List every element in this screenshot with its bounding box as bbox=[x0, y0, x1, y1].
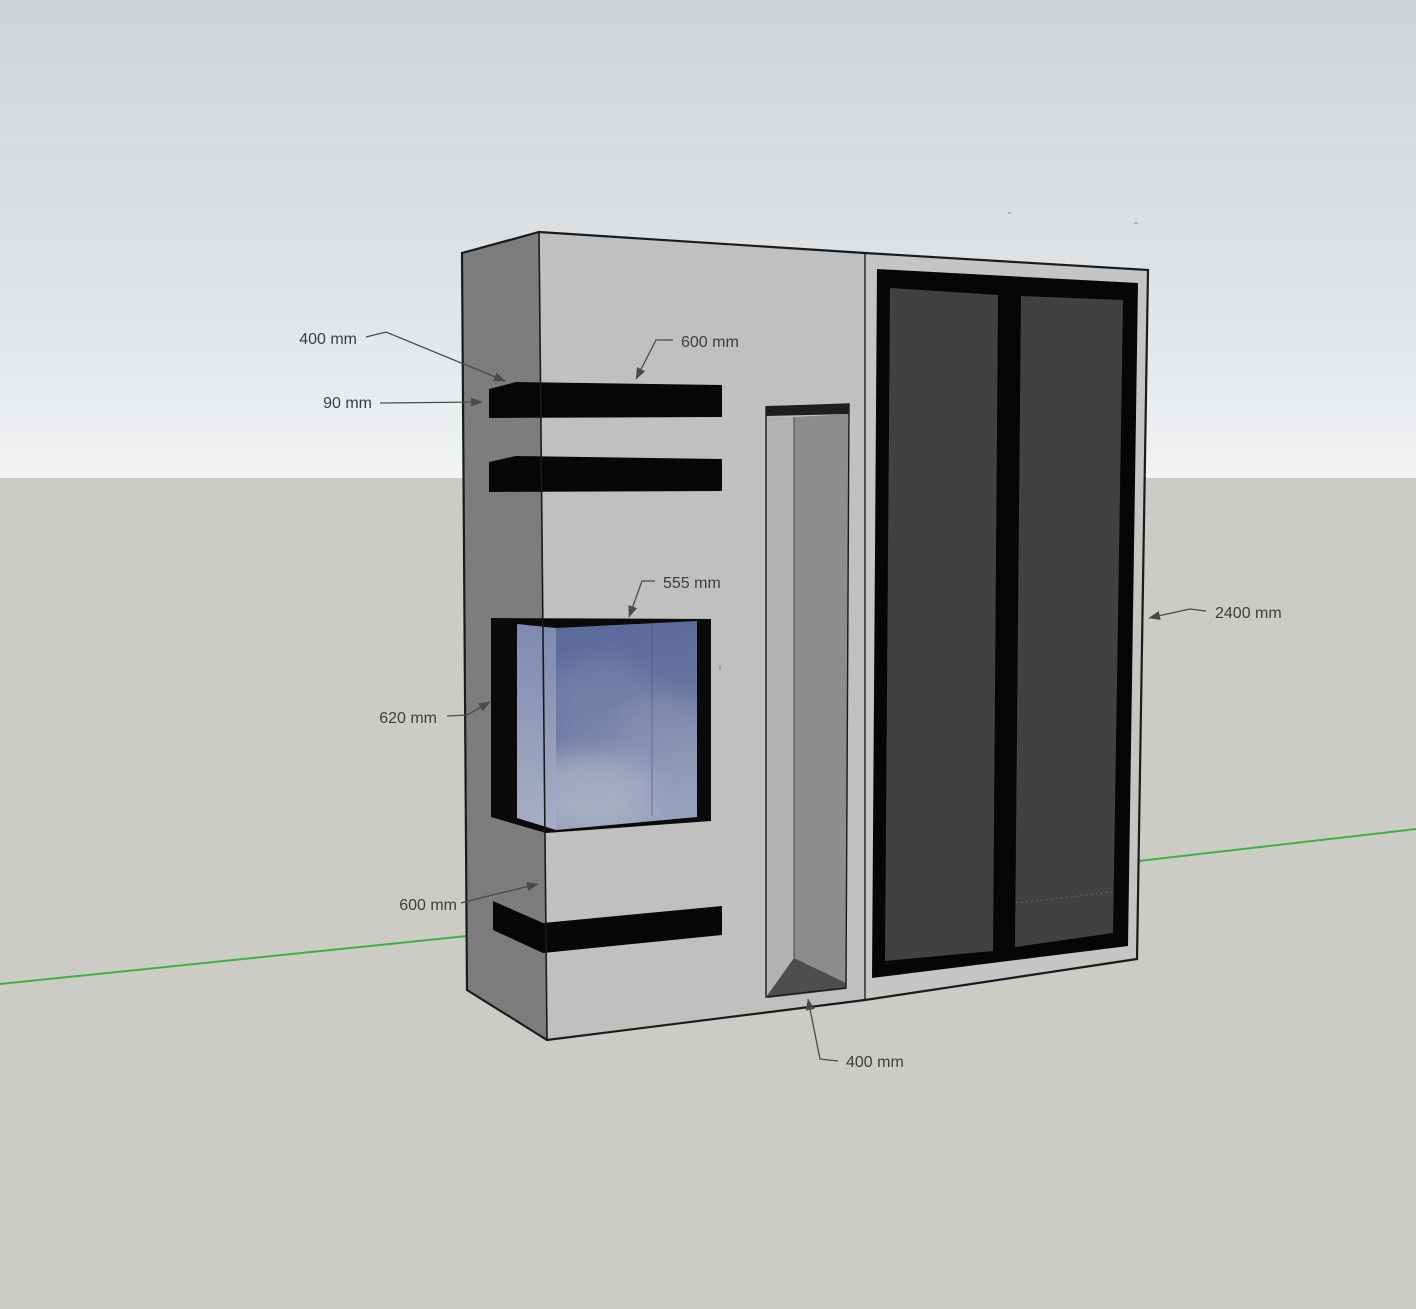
glass-box-side-pane[interactable] bbox=[517, 624, 556, 830]
door-assembly[interactable] bbox=[872, 269, 1138, 978]
dimension-label[interactable]: 400 mm bbox=[299, 331, 357, 348]
dimension-label[interactable]: 2400 mm bbox=[1215, 605, 1282, 622]
artifact-dot-2 bbox=[1134, 222, 1138, 224]
door-panel-left[interactable] bbox=[885, 288, 998, 961]
artifact-dot-3 bbox=[719, 665, 721, 670]
niche-recess[interactable] bbox=[766, 404, 849, 998]
dimension-label[interactable]: 600 mm bbox=[681, 334, 739, 351]
dimension-label[interactable]: 620 mm bbox=[379, 710, 437, 727]
dimension-label[interactable]: 600 mm bbox=[399, 897, 457, 914]
shelf-middle[interactable] bbox=[489, 456, 722, 492]
artifact-dot-1 bbox=[1008, 212, 1011, 214]
door-panel-right[interactable] bbox=[1015, 296, 1123, 947]
dimension-label[interactable]: 400 mm bbox=[846, 1054, 904, 1071]
dimension-label[interactable]: 555 mm bbox=[663, 575, 721, 592]
glass-display-box[interactable] bbox=[491, 618, 713, 833]
3d-viewport[interactable]: 400 mm 90 mm 600 mm 555 mm 620 mm 600 mm… bbox=[0, 0, 1416, 1309]
dimension-label[interactable]: 90 mm bbox=[323, 395, 372, 412]
niche-left-wall-face[interactable] bbox=[766, 416, 794, 996]
niche-back-wall-face[interactable] bbox=[794, 414, 849, 983]
shelf-top[interactable] bbox=[489, 382, 722, 418]
